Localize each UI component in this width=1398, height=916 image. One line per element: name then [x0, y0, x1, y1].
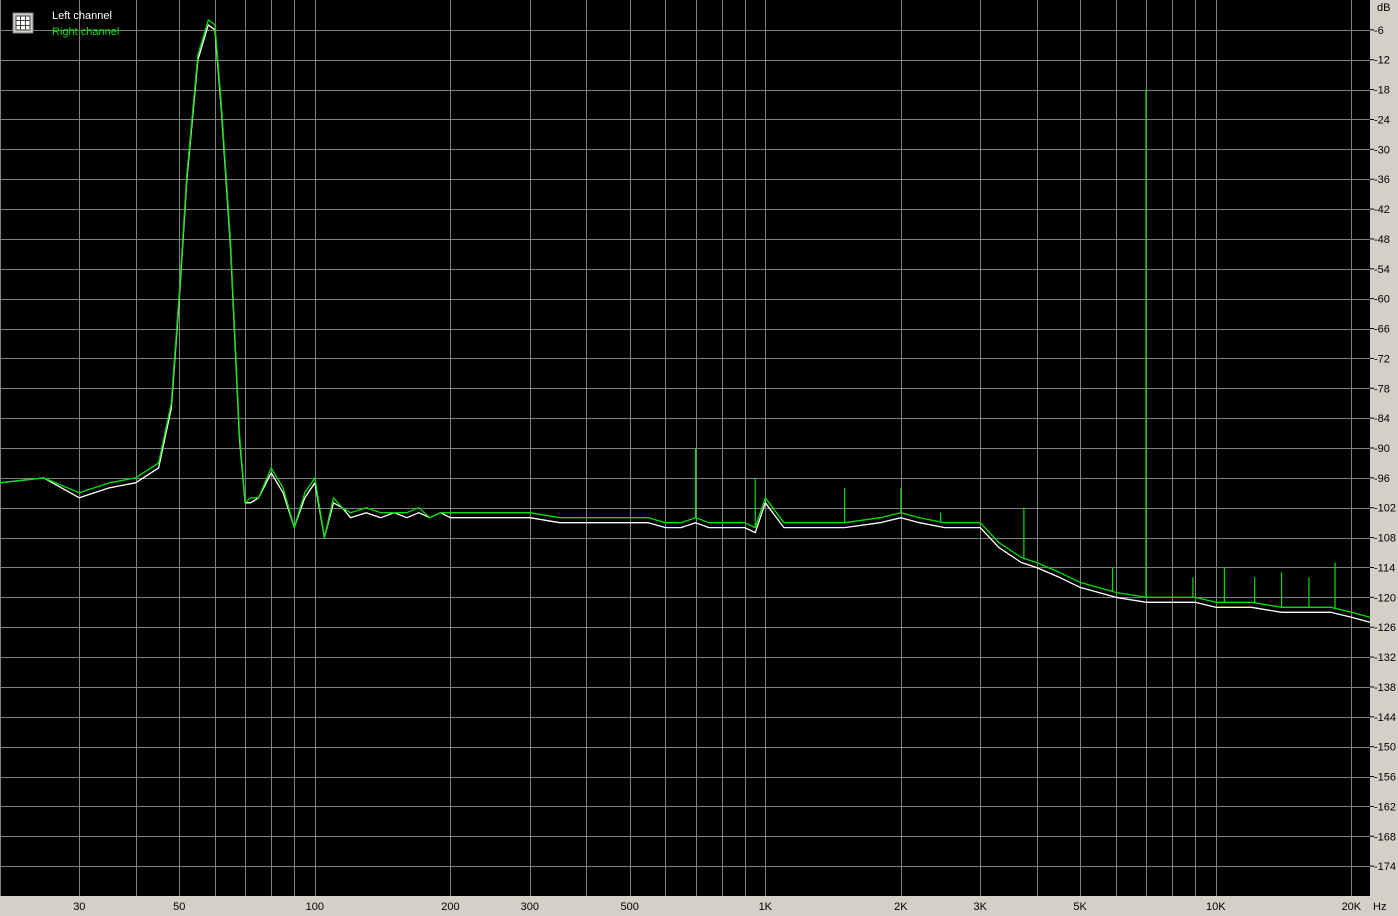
x-unit-label: Hz	[1373, 901, 1386, 913]
y-tick-label: -84	[1374, 413, 1390, 425]
y-tick-label: -168	[1374, 831, 1396, 843]
y-tick-label: -42	[1374, 204, 1390, 216]
legend-left-channel: Left channel	[52, 10, 112, 22]
x-tick-label: 5K	[1073, 901, 1087, 913]
y-tick-label: -162	[1374, 801, 1396, 813]
y-tick-label: -138	[1374, 682, 1396, 694]
y-tick-label: -144	[1374, 712, 1396, 724]
y-tick-label: -6	[1374, 25, 1384, 37]
y-tick-label: -114	[1374, 562, 1395, 574]
x-tick-label: 500	[621, 901, 639, 913]
y-tick-label: -150	[1374, 742, 1396, 754]
y-tick-label: -24	[1374, 114, 1390, 126]
y-tick-label: -66	[1374, 324, 1390, 336]
y-unit-label: dB	[1377, 2, 1390, 14]
legend-right-channel: Right channel	[52, 26, 119, 38]
y-tick-label: -12	[1374, 55, 1390, 67]
x-tick-label: 100	[306, 901, 324, 913]
x-tick-label: 300	[521, 901, 539, 913]
y-tick-label: -54	[1374, 264, 1390, 276]
y-tick-label: -108	[1374, 533, 1396, 545]
y-tick-label: -102	[1374, 503, 1396, 515]
y-tick-label: -96	[1374, 473, 1390, 485]
x-tick-label: 2K	[894, 901, 908, 913]
y-tick-label: -30	[1374, 144, 1390, 156]
y-tick-label: -126	[1374, 622, 1396, 634]
y-tick-label: -60	[1374, 294, 1390, 306]
x-tick-label: 200	[441, 901, 459, 913]
y-tick-label: -174	[1374, 861, 1396, 873]
y-tick-label: -72	[1374, 353, 1390, 365]
x-tick-label: 1K	[759, 901, 773, 913]
y-tick-label: -120	[1374, 592, 1396, 604]
y-tick-label: -18	[1374, 85, 1390, 97]
y-tick-label: -132	[1374, 652, 1396, 664]
y-tick-label: -78	[1374, 383, 1390, 395]
x-tick-label: 3K	[973, 901, 987, 913]
y-tick-label: -48	[1374, 234, 1390, 246]
x-tick-label: 10K	[1206, 901, 1226, 913]
x-tick-label: 50	[173, 901, 185, 913]
y-tick-label: -90	[1374, 443, 1390, 455]
x-tick-label: 20K	[1342, 901, 1362, 913]
x-tick-label: 30	[73, 901, 85, 913]
y-tick-label: -156	[1374, 772, 1396, 784]
x-axis-panel	[0, 896, 1398, 916]
spectrum-plot: -6 -12 -18 -24 -30 -36 -42 -48 -54 -60 -66 -72 -78 -8…	[0, 0, 1398, 916]
y-tick-label: -36	[1374, 174, 1390, 186]
legend-icon[interactable]	[12, 12, 34, 34]
